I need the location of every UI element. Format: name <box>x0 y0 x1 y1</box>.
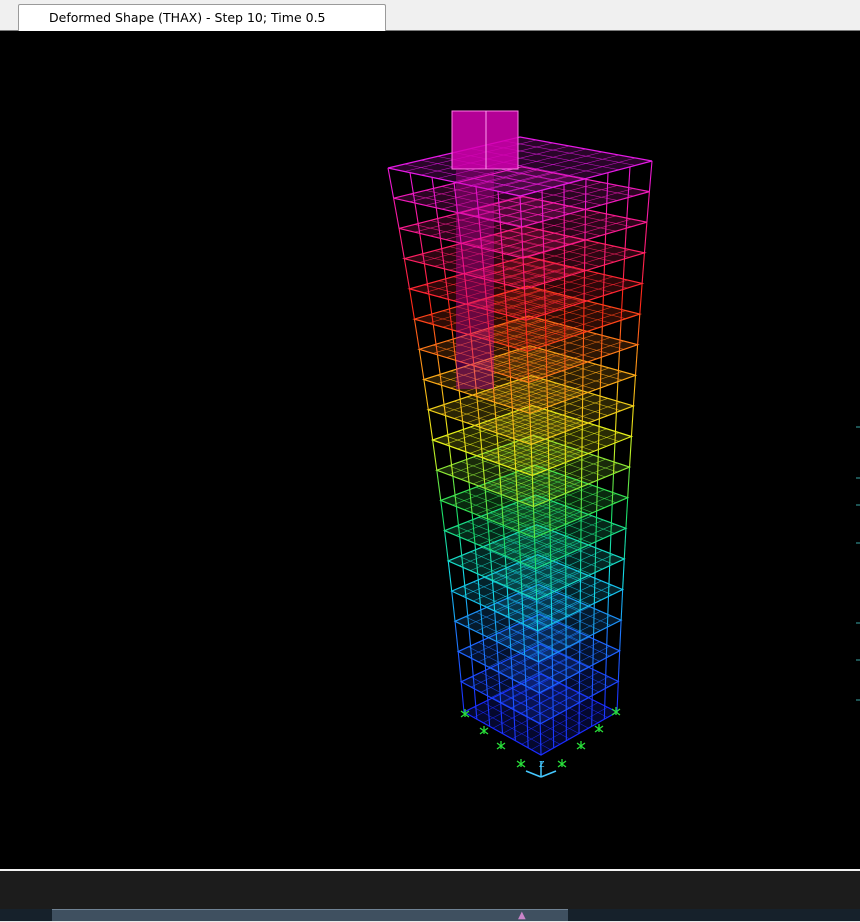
column-segment <box>548 407 549 438</box>
taskbar-window-button[interactable]: ▲ <box>52 909 568 921</box>
column-segment <box>593 634 594 665</box>
column-segment <box>595 542 596 573</box>
column-segment <box>433 440 437 470</box>
column-segment <box>585 179 586 210</box>
column-segment <box>546 345 547 376</box>
deformed-shape-plot[interactable]: Z <box>0 31 860 869</box>
support-icon <box>497 741 505 749</box>
column-segment <box>394 198 399 228</box>
column-segment <box>649 161 652 192</box>
structure-frame <box>388 137 652 755</box>
axis-z-label: Z <box>539 760 545 769</box>
column-segment <box>452 591 455 621</box>
app-icon: ▲ <box>518 910 526 922</box>
column-segment <box>461 682 464 712</box>
column-segment <box>592 665 593 696</box>
column-segment <box>635 345 637 376</box>
column-segment <box>437 470 441 500</box>
column-segment <box>621 590 623 621</box>
column-segment <box>551 593 552 624</box>
axis-triad-icon: Z <box>526 760 556 777</box>
tab-deformed-shape[interactable]: Deformed Shape (THAX) - Step 10; Time 0.… <box>18 4 386 31</box>
column-segment <box>424 380 428 410</box>
column-segment <box>399 228 404 258</box>
column-segment <box>631 406 633 437</box>
column-segment <box>594 573 595 604</box>
column-segment <box>644 222 646 253</box>
column-segment <box>624 528 626 559</box>
column-segment <box>626 498 628 529</box>
column-segment <box>594 603 595 634</box>
column-segment <box>623 559 625 590</box>
column-segment <box>455 621 458 651</box>
column-segment <box>548 438 549 469</box>
column-segment <box>404 259 409 289</box>
column-segment <box>547 376 548 407</box>
column-segment <box>647 192 650 223</box>
taskbar: ▲ <box>0 909 860 921</box>
column-segment <box>414 319 419 349</box>
column-segment <box>592 696 593 727</box>
column-segment <box>409 289 414 319</box>
column-segment <box>642 253 644 284</box>
support-icon <box>480 726 488 734</box>
column-segment <box>540 724 541 755</box>
column-segment <box>388 168 394 198</box>
status-bar <box>0 869 860 909</box>
column-segment <box>448 561 451 591</box>
column-segment <box>640 283 642 314</box>
column-segment <box>633 375 635 406</box>
column-segment <box>549 500 550 531</box>
column-segment <box>620 620 621 651</box>
column-segment <box>445 531 449 561</box>
column-segment <box>630 437 632 468</box>
column-segment <box>545 314 546 345</box>
column-segment <box>549 469 550 500</box>
column-segment <box>628 467 630 498</box>
column-segment <box>441 500 445 530</box>
document-tab-bar: Deformed Shape (THAX) - Step 10; Time 0.… <box>0 0 860 31</box>
column-segment <box>552 624 553 655</box>
core-shaft <box>456 169 494 389</box>
column-segment <box>585 209 586 240</box>
support-icon <box>517 759 525 767</box>
model-viewport[interactable]: Z <box>0 31 860 869</box>
column-segment <box>618 651 619 682</box>
right-edge-marks <box>856 427 860 700</box>
column-segment <box>428 410 432 440</box>
support-icon <box>595 724 603 732</box>
roof-core-box <box>452 111 518 169</box>
support-icon <box>558 759 566 767</box>
column-segment <box>551 562 552 593</box>
column-segment <box>419 349 424 379</box>
support-icon <box>577 741 585 749</box>
column-segment <box>638 314 640 345</box>
tab-title: Deformed Shape (THAX) - Step 10; Time 0.… <box>49 10 326 25</box>
column-segment <box>617 681 618 712</box>
column-segment <box>550 531 551 562</box>
column-segment <box>458 652 461 682</box>
